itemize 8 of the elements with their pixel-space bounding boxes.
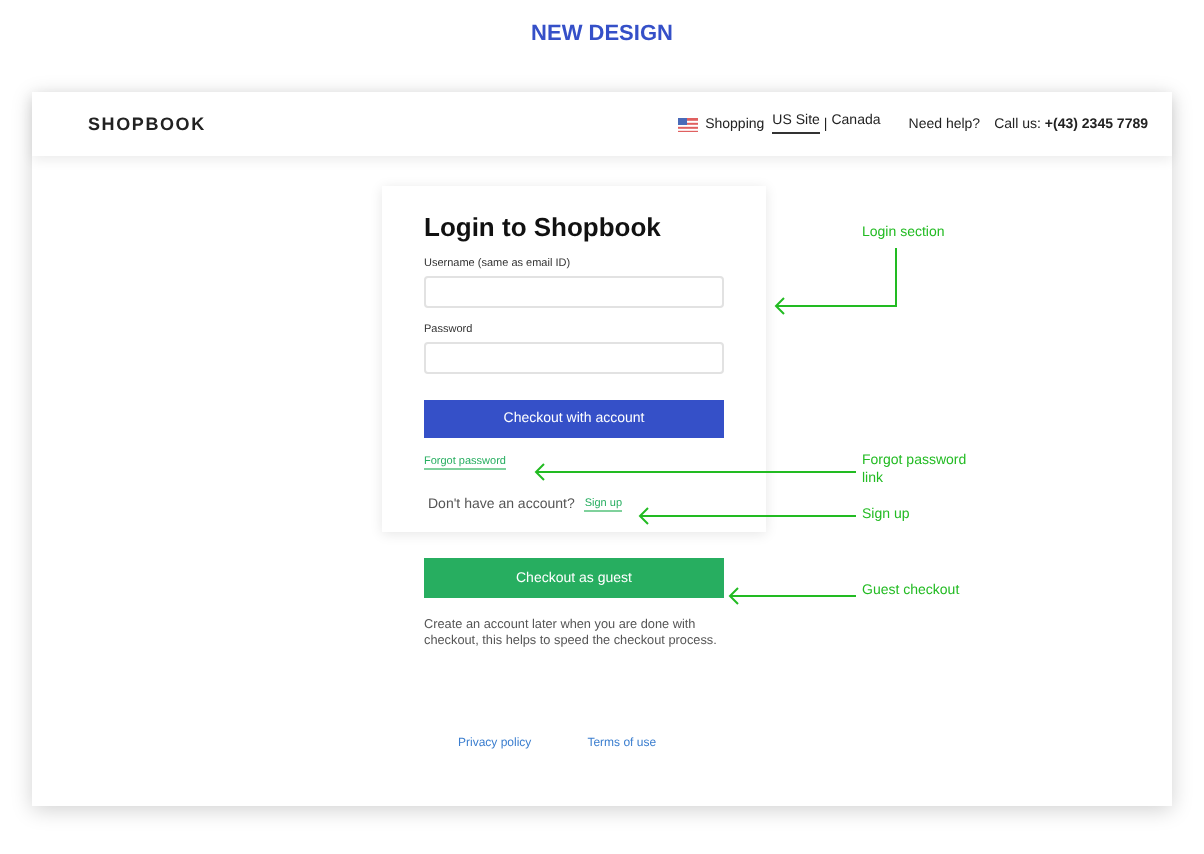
login-title: Login to Shopbook: [424, 212, 663, 242]
input-field[interactable]: [424, 342, 724, 374]
flag-icon: [677, 117, 698, 131]
arrow: [728, 587, 857, 605]
page-heading: NEW DESIGN: [531, 22, 673, 50]
logo: SHOPBOOK: [88, 114, 206, 134]
input-field[interactable]: [424, 276, 724, 308]
arrow: [774, 247, 897, 315]
